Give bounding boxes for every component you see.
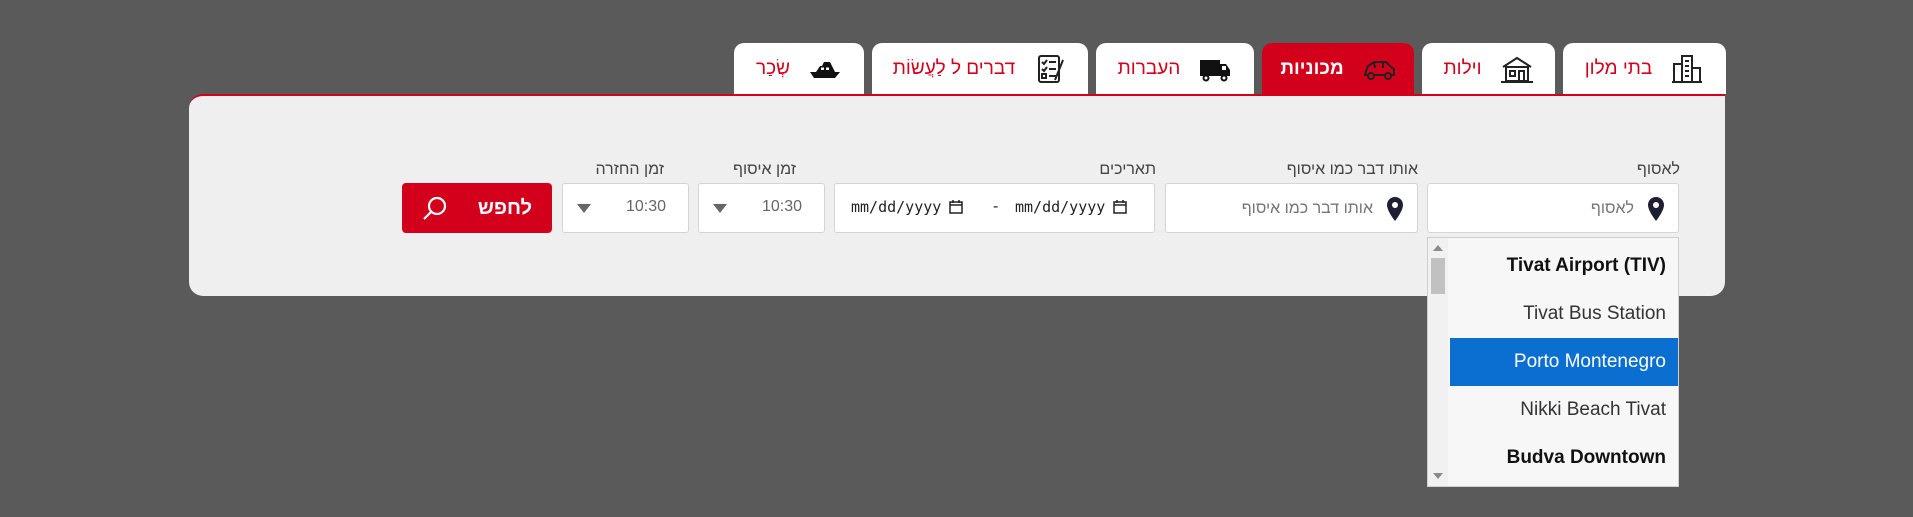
buildings-icon — [1670, 54, 1704, 84]
van-icon — [1198, 54, 1232, 84]
pickup-location-field — [1427, 183, 1679, 234]
tab-transfers[interactable]: העברות — [1096, 43, 1254, 94]
dates-field: mm/dd/yyyy - mm/dd/yyyy — [834, 183, 1155, 233]
tab-label: דברים ל לַעֲשׂוֹת — [892, 57, 1016, 79]
dates-label: תאריכים — [1099, 161, 1156, 178]
return-time-value: 10:30 — [625, 198, 666, 215]
scroll-down-arrow-icon[interactable] — [1433, 473, 1443, 479]
tab-label: וילות — [1443, 57, 1482, 79]
scrollbar-thumb[interactable] — [1431, 258, 1445, 294]
dropoff-label: אותו דבר כמו איסוף — [1286, 161, 1418, 178]
villa-icon — [1500, 54, 1534, 84]
end-date-input[interactable]: mm/dd/yyyy — [1015, 198, 1128, 216]
pickup-time-select[interactable]: 10:30 — [698, 183, 825, 233]
tab-label: בתי מלון — [1584, 57, 1653, 79]
start-date-text: mm/dd/yyyy — [851, 198, 942, 216]
dropdown-option[interactable]: Tivat Airport (TIV) — [1450, 242, 1678, 290]
search-button[interactable]: לחפש — [402, 183, 552, 233]
dropdown-scrollbar[interactable] — [1428, 238, 1448, 486]
tab-villas[interactable]: וילות — [1422, 43, 1555, 94]
calendar-icon[interactable] — [949, 200, 964, 214]
chevron-down-icon — [713, 204, 727, 213]
tab-cars[interactable]: מכוניות — [1262, 43, 1414, 94]
pickup-label: לאסוף — [1636, 161, 1680, 178]
map-pin-icon — [1387, 197, 1403, 221]
start-date-input[interactable]: mm/dd/yyyy — [851, 198, 964, 216]
calendar-icon[interactable] — [1113, 200, 1128, 214]
yacht-icon — [808, 54, 842, 84]
tab-label: מכוניות — [1280, 57, 1344, 79]
tab-label: שְׂכַר — [756, 57, 790, 79]
scroll-up-arrow-icon[interactable] — [1433, 245, 1443, 251]
dropdown-option[interactable]: Tivat Bus Station — [1450, 290, 1678, 338]
chevron-down-icon — [577, 204, 591, 213]
return-time-label: זמן החזרה — [595, 161, 665, 178]
tab-label: העברות — [1117, 57, 1181, 79]
location-dropdown: Tivat Airport (TIV) Tivat Bus Station Po… — [1427, 237, 1679, 487]
dropdown-option-selected[interactable]: Porto Montenegro — [1450, 338, 1678, 386]
tab-hotels[interactable]: בתי מלון — [1563, 43, 1726, 94]
pickup-time-label: זמן איסוף — [733, 161, 796, 178]
tab-things-to-do[interactable]: דברים ל לַעֲשׂוֹת — [872, 43, 1088, 94]
pickup-location-input[interactable] — [1442, 184, 1636, 234]
dropdown-option[interactable]: Nikki Beach Tivat — [1450, 386, 1678, 434]
return-time-select[interactable]: 10:30 — [562, 183, 689, 233]
dropoff-location-input[interactable] — [1181, 184, 1375, 234]
dropdown-option[interactable]: Budva Downtown — [1450, 434, 1678, 482]
pickup-time-value: 10:30 — [761, 198, 802, 215]
car-icon — [1362, 54, 1396, 84]
search-button-label: לחפש — [477, 196, 533, 219]
category-tabs: בתי מלון וילות מכוניות העברות דברים ל לַ… — [0, 0, 1913, 95]
search-icon — [423, 196, 447, 220]
checklist-icon — [1033, 54, 1067, 84]
map-pin-icon — [1648, 197, 1664, 221]
end-date-text: mm/dd/yyyy — [1015, 198, 1106, 216]
tab-charter[interactable]: שְׂכַר — [734, 43, 864, 94]
date-separator: - — [993, 198, 999, 215]
dropoff-location-field — [1165, 183, 1418, 234]
